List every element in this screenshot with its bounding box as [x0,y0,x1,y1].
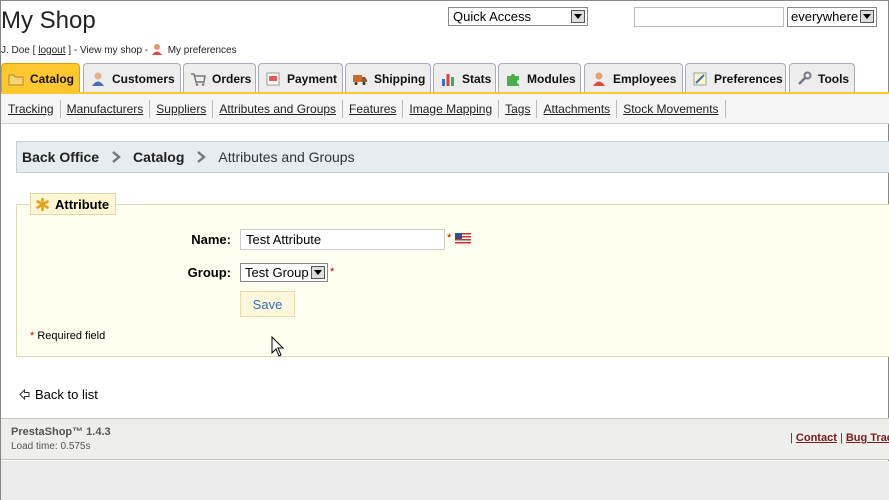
catalog-subnav: Tracking Manufacturers Suppliers Attribu… [1,94,889,124]
truck-icon [353,74,367,85]
subnav-attributes-groups[interactable]: Attributes and Groups [213,99,344,118]
footer-separator: | [839,432,843,444]
legend-label: Attribute [55,196,110,212]
subnav-suppliers[interactable]: Suppliers [150,99,214,118]
footer-version: PrestaShop™ 1.4.3 [11,426,111,438]
tab-payment[interactable]: Payment [258,63,343,93]
mouse-cursor-icon [271,336,285,357]
tab-orders[interactable]: Orders [183,63,256,93]
shop-title: My Shop [1,7,96,34]
fieldset-legend: Attribute [30,193,117,215]
asterisk-icon [36,197,49,211]
my-preferences-link[interactable]: My preferences [168,45,237,56]
user-icon [151,44,162,55]
tab-label: Employees [613,71,677,86]
user-line: J. Doe [ logout ] - View my shop - My pr… [1,43,237,56]
tab-preferences[interactable]: Preferences [685,63,786,93]
tab-label: Payment [287,71,338,86]
folder-icon [8,74,24,85]
main-tabs: Catalog Customers Orders Payment Shippin… [1,63,889,93]
subnav-features[interactable]: Features [343,99,404,118]
required-mark: * [30,330,35,342]
subnav-attachments[interactable]: Attachments [537,99,618,118]
footer-load-time: Load time: 0.575s [11,441,91,452]
quick-access-select[interactable]: Quick Access [448,7,588,26]
subnav-tags[interactable]: Tags [499,99,538,118]
tab-label: Catalog [30,71,75,86]
tab-label: Stats [462,71,492,86]
tab-employees[interactable]: Employees [584,63,683,93]
search-input[interactable] [634,7,784,27]
footer: PrestaShop™ 1.4.3 Load time: 0.575s | Co… [1,418,889,460]
subnav-manufacturers[interactable]: Manufacturers [61,99,151,118]
breadcrumb: Back Office Catalog Attributes and Group… [16,141,889,173]
tab-label: Orders [212,71,252,86]
group-label: Group: [187,265,231,280]
chevron-down-icon[interactable] [311,266,325,279]
chart-icon [442,73,454,86]
required-note-text: Required field [37,330,106,342]
tab-stats[interactable]: Stats [433,63,496,93]
search-scope-value: everywhere [791,9,859,24]
group-select[interactable]: Test Group [240,263,328,282]
tab-modules[interactable]: Modules [498,63,581,93]
group-value: Test Group [245,265,309,280]
user-name: J. Doe [ [1,45,36,56]
employee-icon [593,72,605,86]
back-to-list-link[interactable]: Back to list [19,387,98,402]
customer-icon [92,72,104,86]
tab-customers[interactable]: Customers [83,63,181,93]
chevron-right-icon [197,151,207,163]
name-label: Name: [191,232,231,247]
tab-label: Modules [527,71,576,86]
subnav-tracking[interactable]: Tracking [2,99,61,118]
tab-label: Shipping [374,71,426,86]
tab-label: Customers [112,71,175,86]
subnav-stock-movements[interactable]: Stock Movements [617,99,726,118]
tab-label: Tools [818,71,850,86]
breadcrumb-current: Attributes and Groups [218,149,355,165]
name-field[interactable] [240,229,445,250]
wrench-icon [798,71,812,85]
attribute-fieldset [16,204,889,357]
quick-access-label: Quick Access [453,9,532,24]
back-to-list-label: Back to list [35,387,98,402]
breadcrumb-catalog[interactable]: Catalog [133,149,184,165]
search-scope-select[interactable]: everywhere [787,7,877,27]
logout-link[interactable]: logout [38,45,65,56]
save-button[interactable]: Save [240,291,295,317]
footer-links: | Contact | Bug Tracker [790,432,889,444]
chevron-right-icon [112,151,121,163]
contact-link[interactable]: Contact [796,432,837,444]
payment-icon [266,72,280,85]
chevron-down-icon[interactable] [860,10,874,23]
cart-icon [191,72,206,86]
chevron-down-icon[interactable] [571,10,585,23]
puzzle-icon [507,73,519,86]
arrow-left-icon [19,389,30,400]
required-note: * Required field [30,330,105,342]
preferences-icon [693,72,707,85]
footer-separator: | [790,432,793,444]
tab-tools[interactable]: Tools [789,63,855,93]
bug-tracker-link[interactable]: Bug Tracker [846,432,889,444]
required-mark: * [447,232,452,244]
required-mark: * [330,266,335,278]
view-shop-text[interactable]: ] - View my shop - [68,45,148,56]
tab-shipping[interactable]: Shipping [345,63,431,93]
us-flag-icon[interactable] [455,233,471,244]
subnav-image-mapping[interactable]: Image Mapping [403,99,500,118]
tab-catalog[interactable]: Catalog [1,63,80,93]
breadcrumb-back-office[interactable]: Back Office [22,149,99,165]
page-background [1,461,889,500]
tab-label: Preferences [714,71,783,86]
